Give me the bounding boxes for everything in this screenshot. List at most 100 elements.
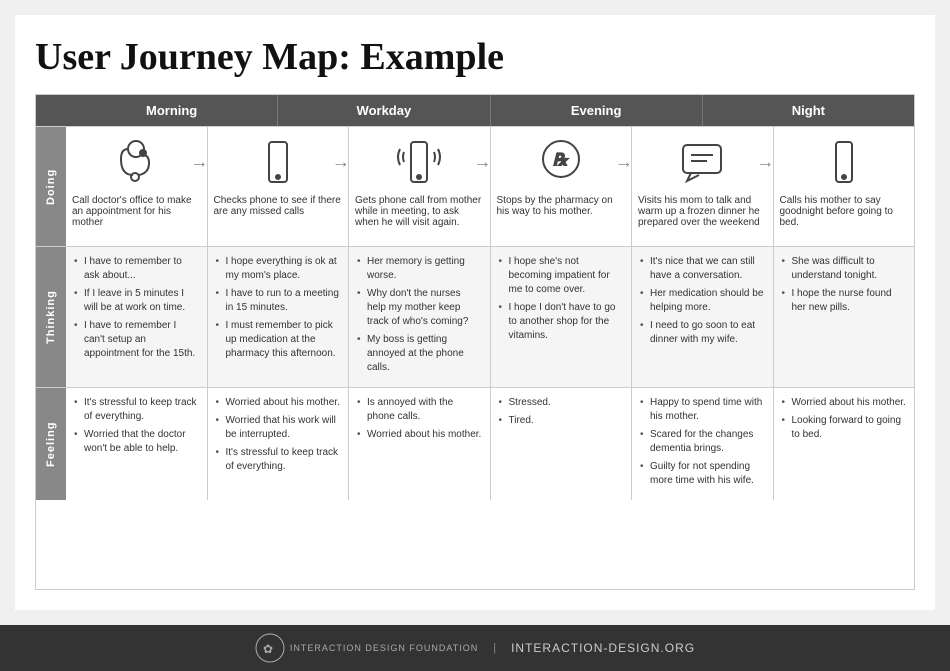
bullet-item: •Her medication should be helping more. <box>640 287 765 315</box>
bullet-item: •Why don't the nurses help my mother kee… <box>357 287 482 329</box>
bullet: • <box>74 396 84 410</box>
bullet: • <box>74 428 84 442</box>
bullet-item: •I need to go soon to eat dinner with my… <box>640 319 765 347</box>
bullet: • <box>74 319 84 333</box>
feeling-cell-0: •It's stressful to keep track of everyth… <box>66 388 207 500</box>
bullet-item: •I have to remember I can't setup an app… <box>74 319 199 361</box>
chat-icon <box>677 137 727 187</box>
bullet: • <box>499 301 509 315</box>
bullet-item: •Worried about his mother. <box>782 396 907 410</box>
main-container: User Journey Map: Example Morning Workda… <box>15 15 935 610</box>
bullet: • <box>357 396 367 410</box>
bullet-item: •Worried that the doctor won't be able t… <box>74 428 199 456</box>
doing-cells: → Call doctor's office to make an appoin… <box>66 127 914 246</box>
bullet: • <box>782 255 792 269</box>
page-title: User Journey Map: Example <box>35 35 915 79</box>
bullet: • <box>782 396 792 410</box>
doing-text-workday: Checks phone to see if there are any mis… <box>214 195 343 217</box>
bullet: • <box>640 255 650 269</box>
feeling-cell-4: •Happy to spend time with his mother. •S… <box>631 388 773 500</box>
bullet-text: If I leave in 5 minutes I will be at wor… <box>84 287 199 315</box>
bullet-item: •Looking forward to going to bed. <box>782 414 907 442</box>
header-spacer <box>36 95 66 126</box>
footer-divider: | <box>493 642 496 654</box>
bullet-item: •It's stressful to keep track of everyth… <box>74 396 199 424</box>
phase-header-night: Night <box>702 95 914 126</box>
bullet-item: •Is annoyed with the phone calls. <box>357 396 482 424</box>
doing-row: Doing → Call doctor's office <box>36 126 914 246</box>
phone-icon <box>253 137 303 187</box>
bullet-text: I hope I don't have to go to another sho… <box>509 301 624 343</box>
bullet-text: Worried about his mother. <box>226 396 341 410</box>
bullet-text: Looking forward to going to bed. <box>792 414 907 442</box>
bullet-text: Happy to spend time with his mother. <box>650 396 765 424</box>
bullet-text: Worried that the doctor won't be able to… <box>84 428 199 456</box>
bullet-text: I have to run to a meeting in 15 minutes… <box>226 287 341 315</box>
header-row: Morning Workday Evening Night <box>36 95 914 126</box>
bullet: • <box>499 255 509 269</box>
bullet-item: •Worried about his mother. <box>357 428 482 442</box>
bullet-item: •Worried that his work will be interrupt… <box>216 414 341 442</box>
feeling-cell-3: •Stressed. •Tired. <box>490 388 632 500</box>
bullet: • <box>216 255 226 269</box>
bullet: • <box>640 319 650 333</box>
bullet: • <box>216 414 226 428</box>
svg-text:✿: ✿ <box>263 642 273 656</box>
bullet-text: I have to remember I can't setup an appo… <box>84 319 199 361</box>
icon-area-chat: → <box>638 137 767 187</box>
icon-area-phone: → <box>214 137 343 187</box>
bullet: • <box>357 255 367 269</box>
doing-cell-workday: → Checks phone to see if there are any m… <box>207 127 349 246</box>
bullet-item: •I hope she's not becoming impatient for… <box>499 255 624 297</box>
doing-text-evening1: Stops by the pharmacy on his way to his … <box>497 195 626 217</box>
thinking-cell-5: •She was difficult to understand tonight… <box>773 247 915 387</box>
bullet-text: I need to go soon to eat dinner with my … <box>650 319 765 347</box>
bullet-text: Her memory is getting worse. <box>367 255 482 283</box>
thinking-cells: •I have to remember to ask about... •If … <box>66 247 914 387</box>
icon-area-phone2 <box>780 137 909 187</box>
doing-text-morning: Call doctor's office to make an appointm… <box>72 195 201 228</box>
bullet-text: Tired. <box>509 414 624 428</box>
bullet-text: Guilty for not spending more time with h… <box>650 460 765 488</box>
stethoscope-icon <box>111 137 161 187</box>
doing-cell-evening1: ℞ → Stops by the pharmacy on his way to … <box>490 127 632 246</box>
bullet: • <box>216 319 226 333</box>
bullet-item: •Tired. <box>499 414 624 428</box>
thinking-cell-0: •I have to remember to ask about... •If … <box>66 247 207 387</box>
bullet-item: •I hope I don't have to go to another sh… <box>499 301 624 343</box>
phase-header-morning: Morning <box>66 95 277 126</box>
bullet: • <box>782 287 792 301</box>
bullet: • <box>782 414 792 428</box>
bullet: • <box>640 396 650 410</box>
bullet: • <box>216 446 226 460</box>
bullet-text: She was difficult to understand tonight. <box>792 255 907 283</box>
bullet-item: •Her memory is getting worse. <box>357 255 482 283</box>
bullet-text: I hope everything is ok at my mom's plac… <box>226 255 341 283</box>
doing-text-night: Calls his mother to say goodnight before… <box>780 195 909 228</box>
feeling-label: Feeling <box>36 388 66 500</box>
doing-text-evening2: Visits his mom to talk and warm up a fro… <box>638 195 767 228</box>
bullet-item: •My boss is getting annoyed at the phone… <box>357 333 482 375</box>
bullet: • <box>640 428 650 442</box>
feeling-cells: •It's stressful to keep track of everyth… <box>66 388 914 500</box>
arrow-1: → <box>191 152 209 173</box>
doing-cell-morning: → Call doctor's office to make an appoin… <box>66 127 207 246</box>
icon-area-stethoscope: → <box>72 137 201 187</box>
feeling-cell-2: •Is annoyed with the phone calls. •Worri… <box>348 388 490 500</box>
bullet-text: Worried about his mother. <box>792 396 907 410</box>
bullet-item: •Stressed. <box>499 396 624 410</box>
feeling-row: Feeling •It's stressful to keep track of… <box>36 387 914 500</box>
footer: ✿ INTERACTION DESIGN FOUNDATION | INTERA… <box>0 625 950 671</box>
foundation-logo-icon: ✿ <box>255 633 285 663</box>
bullet-text: Stressed. <box>509 396 624 410</box>
doing-cell-evening2: → Visits his mom to talk and warm up a f… <box>631 127 773 246</box>
thinking-cell-2: •Her memory is getting worse. •Why don't… <box>348 247 490 387</box>
bullet-item: •I must remember to pick up medication a… <box>216 319 341 361</box>
bullet: • <box>357 333 367 347</box>
bullet: • <box>640 460 650 474</box>
prescription-icon: ℞ <box>536 137 586 187</box>
doing-label: Doing <box>36 127 66 246</box>
bullet: • <box>640 287 650 301</box>
bullet-item: •Scared for the changes dementia brings. <box>640 428 765 456</box>
arrow-2: → <box>332 152 350 173</box>
